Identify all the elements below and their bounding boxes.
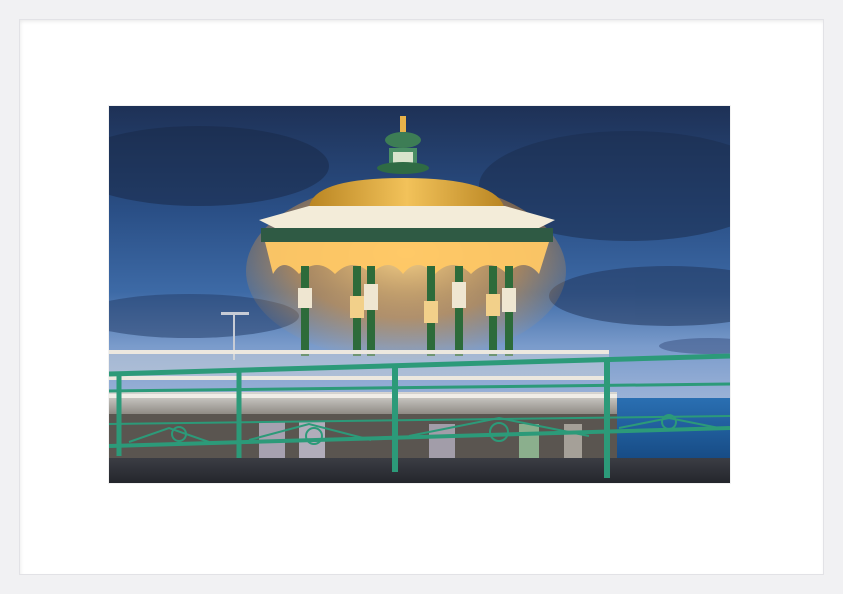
promenade bbox=[109, 458, 730, 483]
deck-trim bbox=[109, 394, 617, 398]
canopy-roof bbox=[259, 206, 555, 228]
framed-photo bbox=[109, 106, 730, 483]
bandstand-photo-image bbox=[109, 106, 730, 483]
canopy-frieze bbox=[261, 228, 553, 242]
picture-frame bbox=[0, 0, 843, 594]
